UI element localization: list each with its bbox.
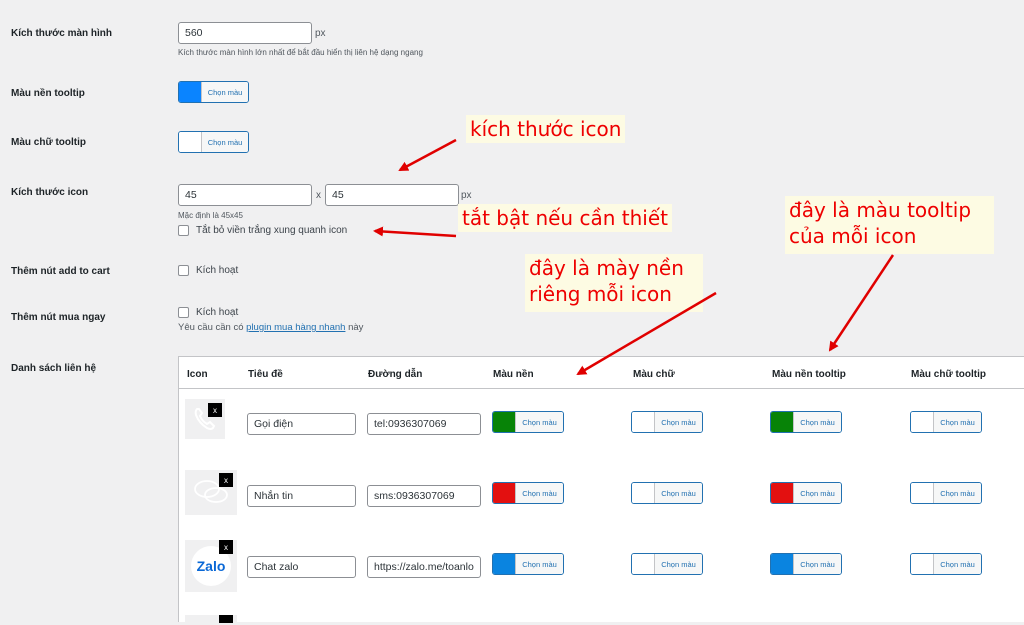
arrow-bg [576,291,717,376]
arrow-tooltip [828,254,895,352]
annotation-arrows [373,138,895,376]
arrow-icon-size [398,138,457,172]
arrow-toggle [373,226,457,238]
